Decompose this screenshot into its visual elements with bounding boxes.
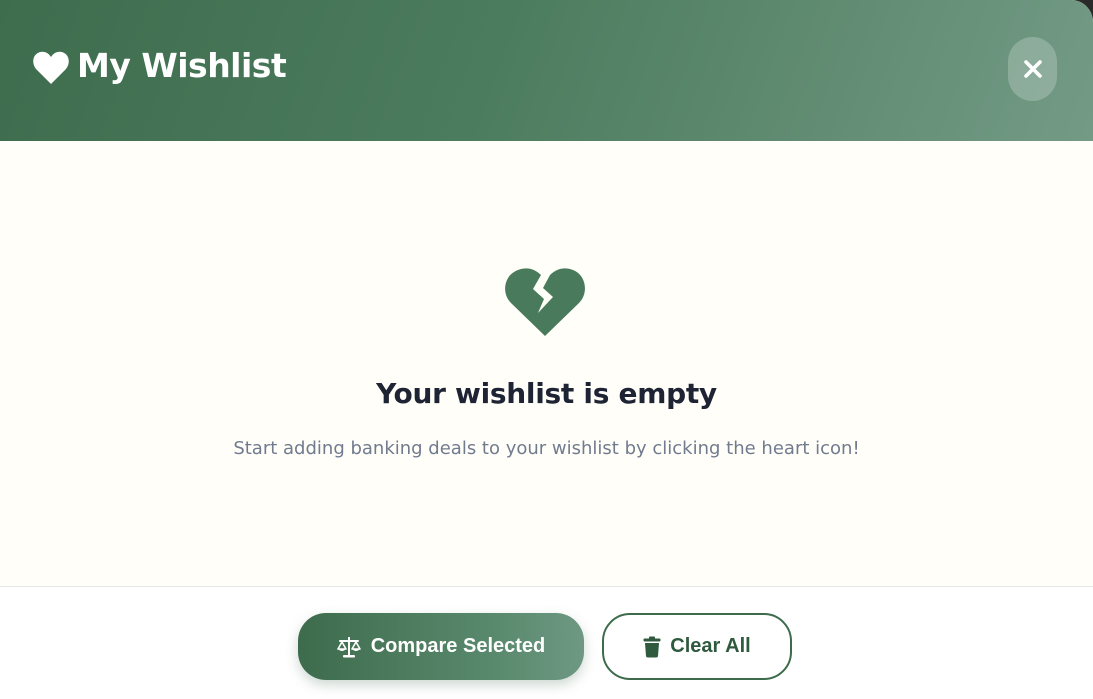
modal-title: My Wishlist	[77, 46, 287, 85]
scale-icon	[336, 636, 361, 658]
modal-body: Your wishlist is empty Start adding bank…	[0, 141, 1093, 586]
wishlist-modal: My Wishlist Your wishlist is empty Start…	[0, 0, 1093, 699]
compare-selected-label: Compare Selected	[370, 635, 546, 657]
heart-icon	[33, 51, 69, 85]
clear-all-label: Clear All	[670, 635, 751, 657]
close-button[interactable]	[1008, 37, 1057, 101]
modal-footer: Compare Selected Clear All	[0, 586, 1093, 699]
broken-heart-icon	[504, 267, 586, 337]
close-icon	[1023, 59, 1043, 79]
clear-all-button[interactable]: Clear All	[602, 613, 792, 680]
empty-state-message: Start adding banking deals to your wishl…	[233, 438, 860, 459]
empty-state-title: Your wishlist is empty	[376, 377, 717, 410]
modal-header: My Wishlist	[0, 0, 1093, 141]
compare-selected-button[interactable]: Compare Selected	[298, 613, 584, 680]
trash-icon	[643, 636, 661, 658]
